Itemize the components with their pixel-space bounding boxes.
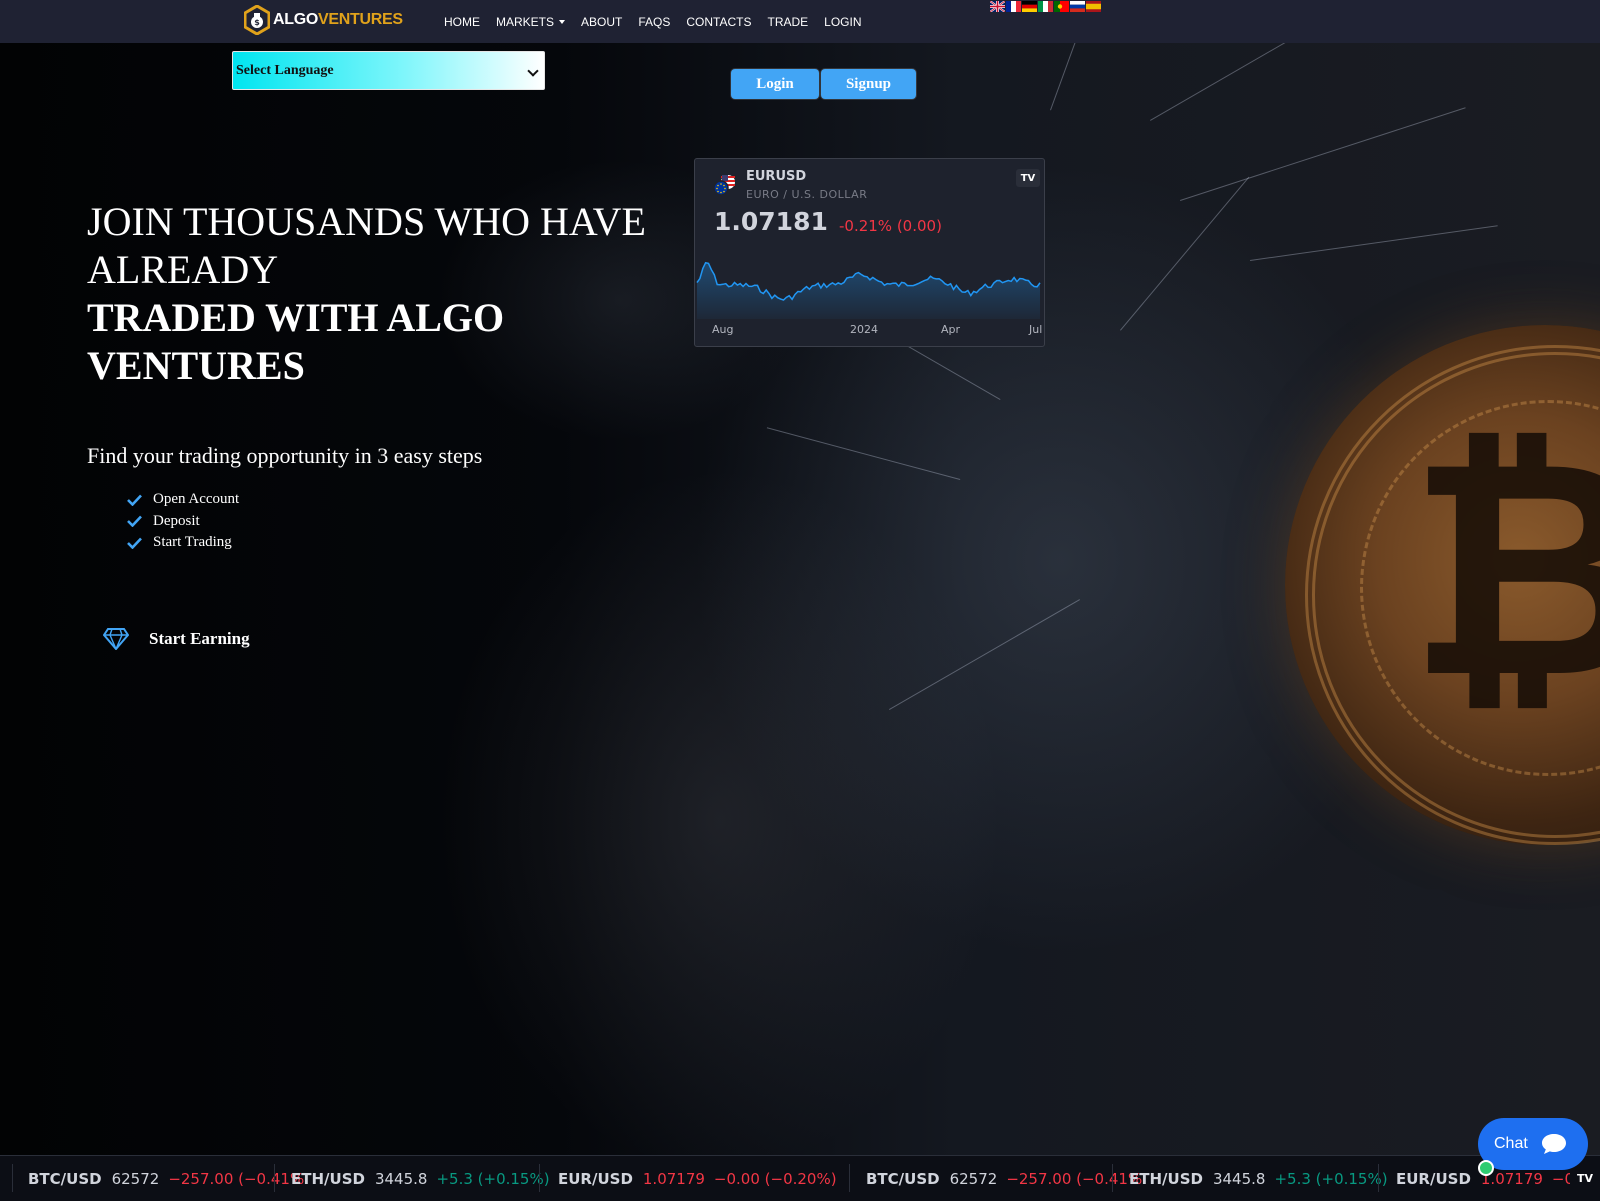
widget-symbol: EURUSD (746, 169, 807, 184)
eurusd-mini-chart-widget[interactable]: EURUSD EURO / U.S. DOLLAR TV 1.07181 -0.… (694, 158, 1045, 347)
nav-markets-dropdown[interactable]: MARKETS (496, 14, 566, 29)
start-earning-label: Start Earning (149, 629, 250, 648)
ticker-item[interactable]: BTC/USD 62572 −257.00 (−0.41% (866, 1156, 1142, 1201)
logo-text-ventures: VENTURES (318, 11, 403, 28)
nav-trade[interactable]: TRADE (767, 15, 808, 29)
tradingview-logo-icon[interactable]: TV (1016, 169, 1040, 187)
svg-text:$: $ (254, 18, 260, 27)
ticker-symbol: ETH/USD (1129, 1169, 1203, 1188)
steps-list: Open Account Deposit Start Trading (127, 489, 239, 554)
language-select[interactable]: Select Language (232, 51, 545, 90)
x-label-2024: 2024 (850, 323, 878, 336)
logo-text-algo: ALGO (273, 11, 319, 28)
ticker-tape: BTC/USD 62572 −257.00 (−0.41% ETH/USD 34… (0, 1155, 1600, 1201)
ticker-item[interactable]: BTC/USD 62572 −257.00 (−0.41% (28, 1156, 304, 1201)
russia-flag-icon[interactable] (1070, 1, 1085, 12)
widget-sparkline-chart (696, 261, 1041, 319)
ticker-change: +5.3 (+0.15%) (436, 1169, 550, 1188)
online-status-dot (1478, 1160, 1494, 1176)
x-label-aug: Aug (712, 323, 734, 336)
uk-flag-icon[interactable] (990, 1, 1005, 12)
signup-button[interactable]: Signup (821, 69, 916, 99)
ticker-symbol: BTC/USD (28, 1169, 102, 1188)
nav-contacts[interactable]: CONTACTS (686, 15, 751, 29)
ticker-item[interactable]: ETH/USD 3445.8 +5.3 (+0.15%) (291, 1156, 550, 1201)
hero-subtitle: Find your trading opportunity in 3 easy … (87, 443, 483, 468)
ticker-item[interactable]: EUR/USD 1.07179 −0.00 (−0.20%) (558, 1156, 837, 1201)
hero-heading-line1: JOIN THOUSANDS WHO HAVE ALREADY (87, 199, 646, 292)
top-navbar: $ ALGOVENTURES HOME MARKETS ABOUT FAQS C… (0, 0, 1600, 43)
italy-flag-icon[interactable] (1038, 1, 1053, 12)
bitcoin-symbol-icon: ₿ (1408, 395, 1600, 744)
ticker-symbol: EUR/USD (558, 1169, 633, 1188)
list-item: Deposit (127, 511, 239, 533)
widget-description: EURO / U.S. DOLLAR (746, 188, 868, 201)
start-earning-button[interactable]: Start Earning (103, 628, 250, 650)
widget-change: -0.21% (0.00) (839, 217, 942, 235)
list-item: Start Trading (127, 532, 239, 554)
login-button[interactable]: Login (731, 69, 819, 99)
language-flags (990, 1, 1101, 12)
ticker-symbol: BTC/USD (866, 1169, 940, 1188)
chat-label: Chat (1494, 1135, 1528, 1152)
ticker-change: −0.00 (−0.20%) (713, 1169, 837, 1188)
ticker-value: 3445.8 (374, 1169, 428, 1188)
ticker-change: −257.00 (−0.41% (1006, 1169, 1143, 1188)
portugal-flag-icon[interactable] (1054, 1, 1069, 12)
hero-heading-line2: TRADED WITH ALGO VENTURES (87, 295, 505, 388)
ticker-value: 62572 (111, 1169, 160, 1188)
ticker-value: 3445.8 (1212, 1169, 1266, 1188)
nav-about[interactable]: ABOUT (581, 15, 622, 29)
x-label-apr: Apr (941, 323, 961, 336)
nav-home[interactable]: HOME (444, 15, 480, 29)
germany-flag-icon[interactable] (1022, 1, 1037, 12)
nav-markets-label: MARKETS (496, 14, 555, 29)
spain-flag-icon[interactable] (1086, 1, 1101, 12)
nav-faqs[interactable]: FAQS (638, 15, 670, 29)
chat-button[interactable]: Chat (1478, 1118, 1588, 1170)
moneybag-logo-icon: $ (244, 5, 270, 35)
check-icon (127, 515, 142, 528)
chat-bubble-icon (1541, 1134, 1566, 1154)
check-icon (127, 494, 142, 506)
main-nav: HOME MARKETS ABOUT FAQS CONTACTS TRADE L… (444, 0, 878, 43)
nav-login[interactable]: LOGIN (824, 15, 861, 29)
step-label: Deposit (153, 512, 200, 529)
list-item: Open Account (127, 489, 239, 511)
france-flag-icon[interactable] (1006, 1, 1021, 12)
ticker-value: 1.07179 (642, 1169, 705, 1188)
ticker-symbol: ETH/USD (291, 1169, 365, 1188)
caret-down-icon (559, 19, 566, 24)
eu-us-flag-icon (713, 175, 735, 196)
ticker-value: 62572 (949, 1169, 998, 1188)
ticker-change: −257.00 (−0.41% (168, 1169, 305, 1188)
ticker-item[interactable]: ETH/USD 3445.8 +5.3 (+0.15%) (1129, 1156, 1388, 1201)
x-label-jul: Jul (1029, 323, 1043, 336)
language-select-value: Select Language (236, 62, 334, 78)
site-logo[interactable]: $ ALGOVENTURES (244, 4, 403, 36)
step-label: Open Account (153, 491, 240, 508)
ticker-change: +5.3 (+0.15%) (1274, 1169, 1388, 1188)
diamond-icon (103, 628, 129, 650)
chevron-down-icon (527, 65, 539, 77)
step-label: Start Trading (153, 534, 232, 551)
ticker-symbol: EUR/USD (1396, 1169, 1471, 1188)
widget-price: 1.07181 (714, 207, 828, 236)
check-icon (127, 537, 142, 549)
